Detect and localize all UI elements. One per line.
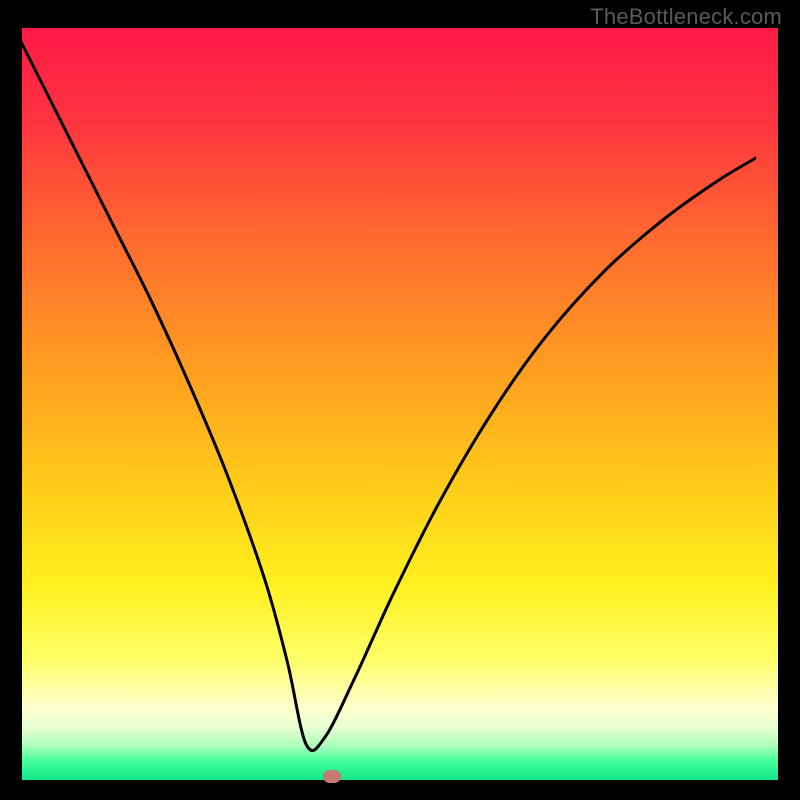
bottleneck-chart xyxy=(22,28,778,780)
chart-frame: TheBottleneck.com xyxy=(0,0,800,800)
watermark-text: TheBottleneck.com xyxy=(590,4,782,30)
optimal-point-marker xyxy=(323,770,341,783)
gradient-background xyxy=(22,28,778,780)
